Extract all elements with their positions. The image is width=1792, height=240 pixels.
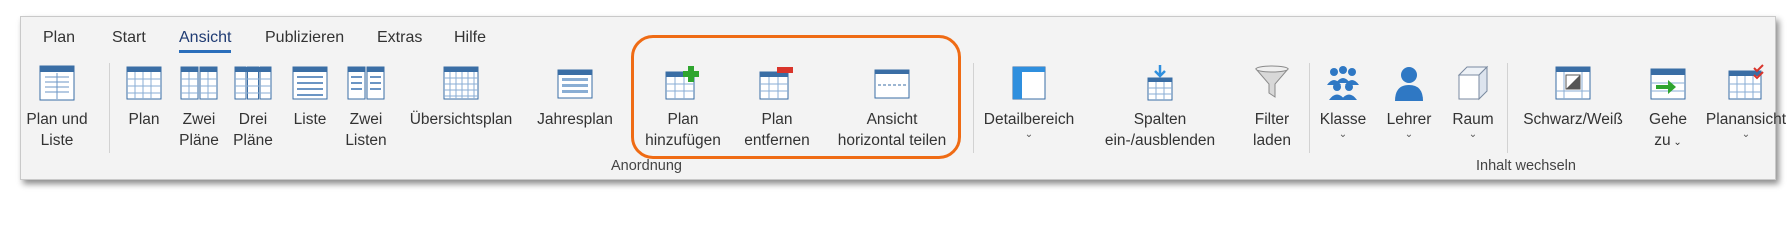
tab-start[interactable]: Start bbox=[112, 29, 146, 47]
tab-plan[interactable]: Plan bbox=[43, 29, 75, 47]
schwarz-weiss-button[interactable]: Schwarz/Weiß bbox=[1513, 61, 1633, 130]
three-grid-icon bbox=[231, 61, 275, 105]
uebersichtsplan-button[interactable]: Übersichtsplan bbox=[407, 61, 515, 130]
liste-button[interactable]: Liste bbox=[285, 61, 335, 130]
person-icon bbox=[1387, 61, 1431, 105]
separator bbox=[973, 63, 974, 153]
zwei-listen-label-2: Listen bbox=[345, 132, 387, 149]
drei-plaene-label-1: Drei bbox=[238, 111, 268, 128]
plan-und-liste-button[interactable]: Plan und Liste bbox=[26, 61, 88, 151]
tab-publizieren[interactable]: Publizieren bbox=[265, 29, 344, 47]
overview-grid-icon bbox=[439, 61, 483, 105]
raum-label: Raum bbox=[1452, 111, 1494, 128]
zwei-listen-button[interactable]: Zwei Listen bbox=[341, 61, 391, 151]
jahresplan-button[interactable]: Jahresplan bbox=[535, 61, 615, 130]
columns-icon bbox=[1138, 61, 1182, 105]
filter-laden-button[interactable]: Filter laden bbox=[1243, 61, 1301, 151]
raum-button[interactable]: Raum ⌄ bbox=[1447, 61, 1499, 140]
zwei-plaene-label-2: Pläne bbox=[179, 132, 219, 149]
gehe-zu-button[interactable]: Gehe zu ⌄ bbox=[1643, 61, 1693, 153]
plan-und-liste-label-1: Plan und bbox=[26, 111, 88, 128]
lehrer-button[interactable]: Lehrer ⌄ bbox=[1381, 61, 1437, 140]
separator bbox=[1507, 63, 1508, 153]
list-icon bbox=[288, 61, 332, 105]
highlight-annotation bbox=[631, 35, 961, 159]
planansicht-button[interactable]: Planansicht ⌄ bbox=[1701, 61, 1791, 140]
gehe-zu-label-2: zu ⌄ bbox=[1654, 132, 1682, 149]
grid-icon bbox=[122, 61, 166, 105]
plan-button[interactable]: Plan bbox=[119, 61, 169, 130]
chevron-down-icon: ⌄ bbox=[1024, 129, 1034, 140]
detail-pane-icon bbox=[1007, 61, 1051, 105]
drei-plaene-button[interactable]: Drei Pläne bbox=[229, 61, 277, 151]
funnel-icon bbox=[1250, 61, 1294, 105]
planansicht-label: Planansicht bbox=[1705, 111, 1787, 128]
lehrer-label: Lehrer bbox=[1386, 111, 1432, 128]
group-label-anordnung: Anordnung bbox=[611, 158, 682, 174]
klasse-label: Klasse bbox=[1319, 111, 1367, 128]
zwei-plaene-label-1: Zwei bbox=[182, 111, 216, 128]
spalten-label-1: Spalten bbox=[1133, 111, 1187, 128]
plan-und-liste-label-2: Liste bbox=[40, 132, 74, 149]
chevron-down-icon: ⌄ bbox=[1404, 129, 1414, 140]
tab-hilfe[interactable]: Hilfe bbox=[454, 29, 486, 47]
goto-calendar-icon bbox=[1646, 61, 1690, 105]
chevron-down-icon: ⌄ bbox=[1338, 129, 1348, 140]
plan-und-liste-icon bbox=[35, 61, 79, 105]
spalten-label-2: ein-/ausblenden bbox=[1104, 132, 1216, 149]
filter-laden-label-1: Filter bbox=[1254, 111, 1290, 128]
schwarz-weiss-label: Schwarz/Weiß bbox=[1523, 111, 1623, 128]
detailbereich-label: Detailbereich bbox=[983, 111, 1075, 128]
separator bbox=[109, 63, 110, 153]
year-calendar-icon bbox=[553, 61, 597, 105]
detailbereich-button[interactable]: Detailbereich ⌄ bbox=[979, 61, 1079, 140]
tab-ansicht[interactable]: Ansicht bbox=[179, 29, 232, 53]
liste-label: Liste bbox=[293, 111, 327, 128]
black-white-icon bbox=[1551, 61, 1595, 105]
jahresplan-label: Jahresplan bbox=[537, 111, 613, 128]
filter-laden-label-2: laden bbox=[1253, 132, 1291, 149]
separator bbox=[1309, 63, 1310, 153]
group-people-icon bbox=[1321, 61, 1365, 105]
chevron-down-icon: ⌄ bbox=[1741, 129, 1751, 140]
two-list-icon bbox=[344, 61, 388, 105]
group-label-inhalt-wechseln: Inhalt wechseln bbox=[1476, 158, 1576, 174]
plan-view-icon bbox=[1724, 61, 1768, 105]
two-grid-icon bbox=[177, 61, 221, 105]
tab-extras[interactable]: Extras bbox=[377, 29, 422, 47]
uebersichtsplan-label: Übersichtsplan bbox=[409, 111, 513, 128]
klasse-button[interactable]: Klasse ⌄ bbox=[1315, 61, 1371, 140]
cube-icon bbox=[1451, 61, 1495, 105]
spalten-button[interactable]: Spalten ein-/ausblenden bbox=[1095, 61, 1225, 151]
chevron-down-icon: ⌄ bbox=[1468, 129, 1478, 140]
zwei-plaene-button[interactable]: Zwei Pläne bbox=[175, 61, 223, 151]
gehe-zu-label-1: Gehe bbox=[1649, 111, 1687, 128]
plan-label: Plan bbox=[128, 111, 160, 128]
drei-plaene-label-2: Pläne bbox=[233, 132, 273, 149]
zwei-listen-label-1: Zwei bbox=[349, 111, 383, 128]
